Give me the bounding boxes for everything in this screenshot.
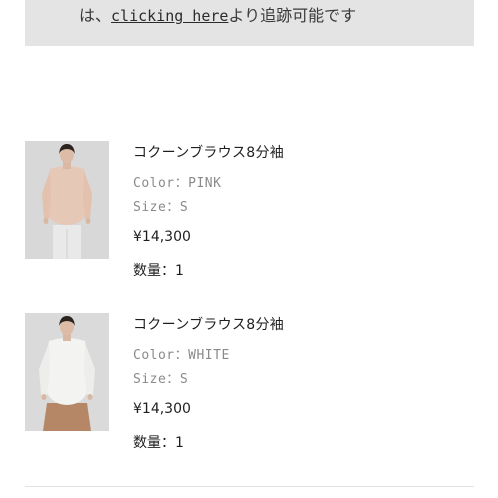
product-size: Size：S bbox=[133, 199, 188, 217]
color-label: Color： bbox=[133, 348, 189, 363]
product-image[interactable] bbox=[25, 141, 109, 259]
product-title[interactable]: コクーンブラウス8分袖 bbox=[133, 315, 284, 335]
quantity-value: 1 bbox=[175, 435, 184, 451]
product-size: Size：S bbox=[133, 371, 188, 389]
product-photo-pink bbox=[25, 141, 109, 259]
order-item: コクーンブラウス8分袖 Color：PINK Size：S ¥14,300 数量… bbox=[25, 141, 474, 279]
quantity-label: 数量： bbox=[133, 263, 175, 279]
product-price: ¥14,300 bbox=[133, 401, 191, 417]
color-value: PINK bbox=[188, 176, 222, 191]
size-value: S bbox=[179, 372, 189, 387]
color-label: Color： bbox=[133, 176, 189, 191]
tracking-notice-text: は、clicking hereより追跡可能です bbox=[79, 4, 356, 28]
tracking-notice-suffix: より追跡可能です bbox=[228, 6, 357, 25]
order-item: コクーンブラウス8分袖 Color：WHITE Size：S ¥14,300 数… bbox=[25, 313, 474, 451]
order-detail-page: は、clicking hereより追跡可能です コクーンブラウス8分袖 Colo… bbox=[0, 0, 498, 498]
product-title[interactable]: コクーンブラウス8分袖 bbox=[133, 143, 284, 163]
size-label: Size： bbox=[133, 200, 180, 215]
product-quantity: 数量：1 bbox=[133, 433, 184, 453]
product-price: ¥14,300 bbox=[133, 229, 191, 245]
product-color: Color：PINK bbox=[133, 175, 221, 193]
tracking-notice: は、clicking hereより追跡可能です bbox=[25, 0, 474, 46]
product-image[interactable] bbox=[25, 313, 109, 431]
divider bbox=[25, 486, 474, 487]
product-photo-white bbox=[25, 313, 109, 431]
quantity-value: 1 bbox=[175, 263, 184, 279]
product-color: Color：WHITE bbox=[133, 347, 230, 365]
tracking-link[interactable]: clicking here bbox=[111, 7, 228, 25]
color-value: WHITE bbox=[188, 348, 230, 363]
tracking-notice-prefix: は、 bbox=[79, 6, 112, 25]
quantity-label: 数量： bbox=[133, 435, 175, 451]
product-quantity: 数量：1 bbox=[133, 261, 184, 281]
size-value: S bbox=[179, 200, 189, 215]
size-label: Size： bbox=[133, 372, 180, 387]
